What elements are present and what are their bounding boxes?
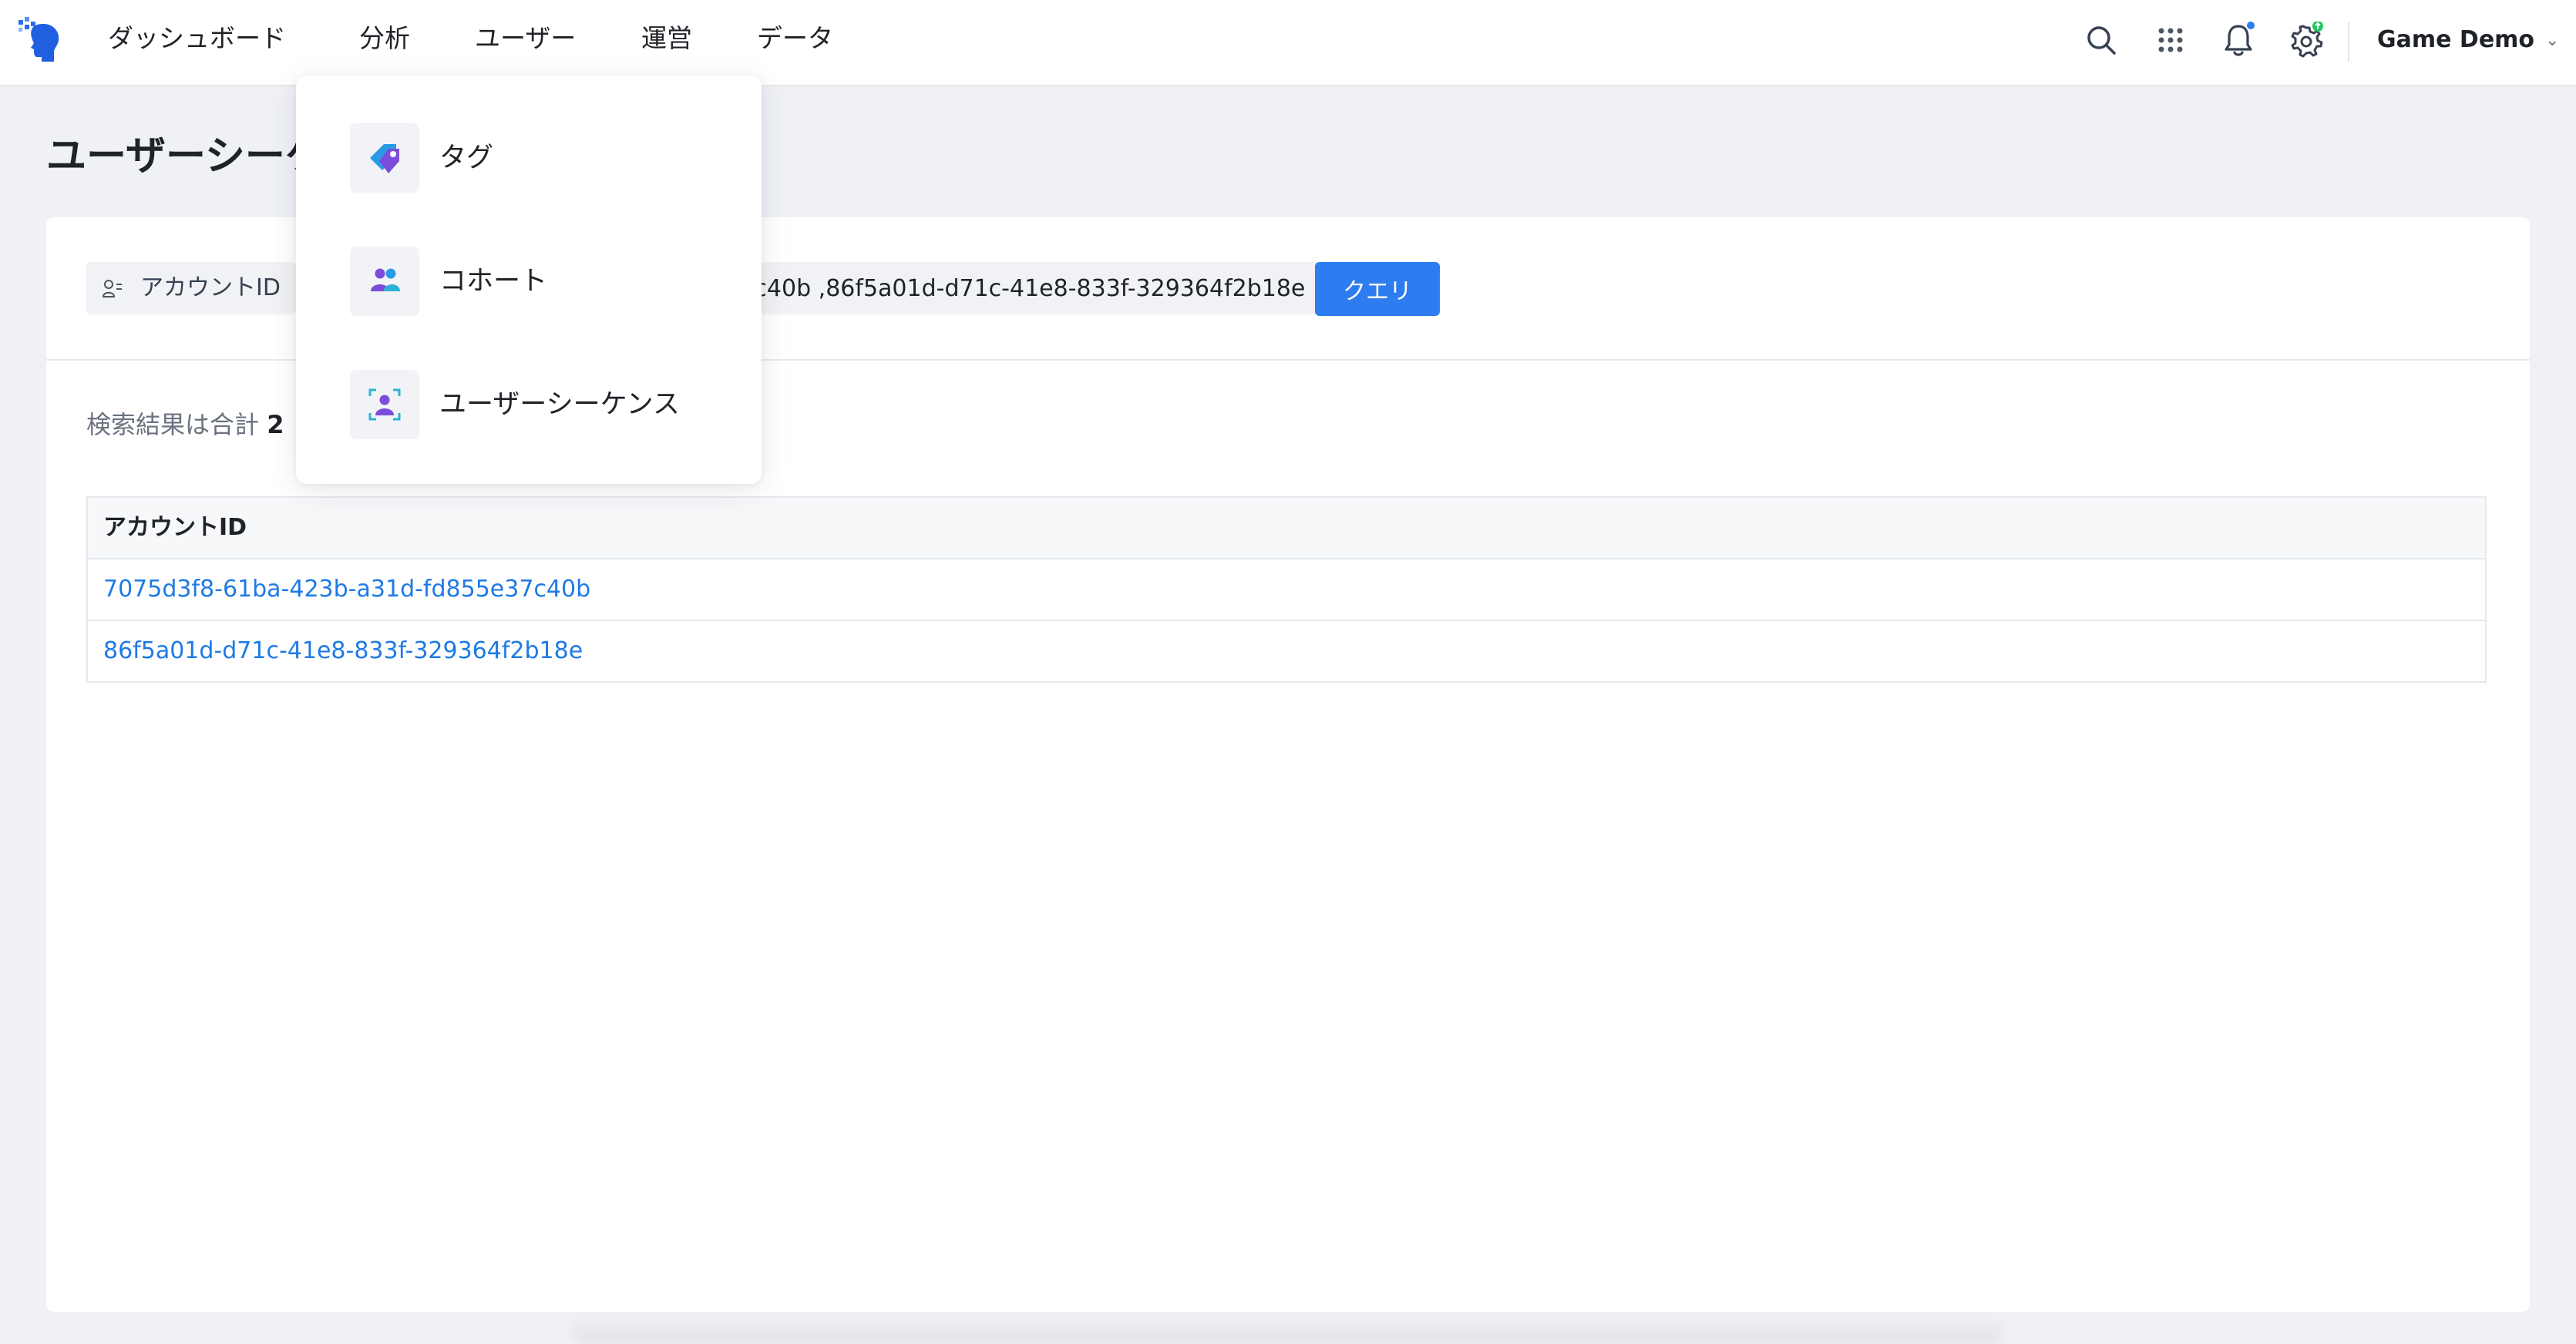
account-id-link[interactable]: 86f5a01d-d71c-41e8-833f-329364f2b18e	[103, 637, 583, 664]
app-logo-icon[interactable]	[15, 15, 66, 66]
nav-analysis[interactable]: 分析	[359, 20, 410, 57]
notification-dot	[2247, 22, 2255, 29]
tag-icon	[350, 123, 419, 193]
field-label-text: アカウントID	[140, 274, 281, 301]
users-dropdown-menu: タグ コホート ユーザーシーケンス	[296, 76, 762, 484]
table-header-account-id: アカウントID	[88, 498, 2485, 559]
search-icon[interactable]	[2083, 22, 2120, 59]
cohort-users-icon	[350, 247, 419, 316]
nav-data[interactable]: データ	[757, 20, 833, 57]
project-selector[interactable]: Game Demo ⌄	[2377, 23, 2559, 58]
bottom-shadow	[570, 1313, 2004, 1344]
menu-item-cohort-label: コホート	[439, 266, 548, 297]
project-name: Game Demo	[2377, 26, 2535, 53]
nav-divider	[2348, 22, 2349, 62]
settings-gear-icon[interactable]	[2288, 22, 2325, 59]
top-navigation-bar: ダッシュボード 分析 ユーザー 運営 データ Game Demo ⌄	[0, 0, 2576, 86]
menu-item-user-sequence-label: ユーザーシーケンス	[439, 389, 680, 420]
query-button[interactable]: クエリ	[1315, 262, 1440, 316]
menu-item-cohort[interactable]: コホート	[350, 247, 735, 318]
results-table: アカウントID 7075d3f8-61ba-423b-a31d-fd855e37…	[86, 496, 2487, 683]
notification-bell-icon[interactable]	[2220, 22, 2257, 59]
user-list-icon	[102, 280, 122, 297]
table-row: 7075d3f8-61ba-423b-a31d-fd855e37c40b	[88, 559, 2485, 621]
nav-dashboard[interactable]: ダッシュボード	[108, 20, 286, 57]
menu-item-tag[interactable]: タグ	[350, 123, 735, 194]
chevron-down-icon: ⌄	[2545, 30, 2560, 50]
user-sequence-icon	[350, 370, 419, 439]
nav-users[interactable]: ユーザー	[475, 20, 576, 57]
menu-item-user-sequence[interactable]: ユーザーシーケンス	[350, 370, 735, 441]
result-summary: 検索結果は合計 2	[86, 405, 284, 441]
nav-operations[interactable]: 運営	[641, 20, 692, 57]
menu-item-tag-label: タグ	[439, 143, 494, 173]
table-row: 86f5a01d-d71c-41e8-833f-329364f2b18e	[88, 621, 2485, 681]
apps-grid-icon[interactable]	[2152, 22, 2189, 59]
account-id-link[interactable]: 7075d3f8-61ba-423b-a31d-fd855e37c40b	[103, 576, 590, 603]
field-type-selector[interactable]: アカウントID	[86, 262, 296, 314]
result-summary-text: 検索結果は合計	[86, 410, 260, 439]
result-count: 2	[267, 410, 284, 439]
